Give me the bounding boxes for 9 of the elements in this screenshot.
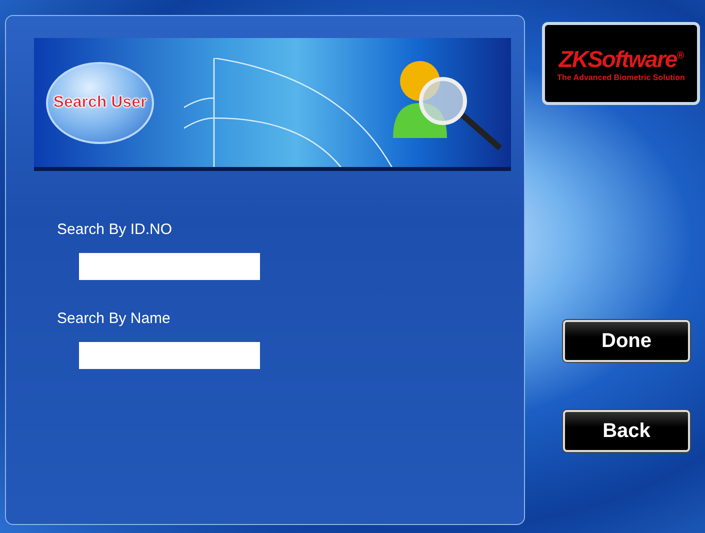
back-button[interactable]: Back [563,410,690,452]
field-label: Search By Name [57,310,172,327]
logo-tagline: The Advanced Biometric Solution [557,72,685,82]
logo-brand-text: ZKSoftware$^{®}$ [558,46,684,72]
done-button[interactable]: Done [563,320,690,362]
input-field[interactable] [79,253,260,280]
field-label: Search By ID.NO [57,221,174,238]
page-title: Search User [53,94,147,112]
input-field[interactable] [79,342,260,369]
